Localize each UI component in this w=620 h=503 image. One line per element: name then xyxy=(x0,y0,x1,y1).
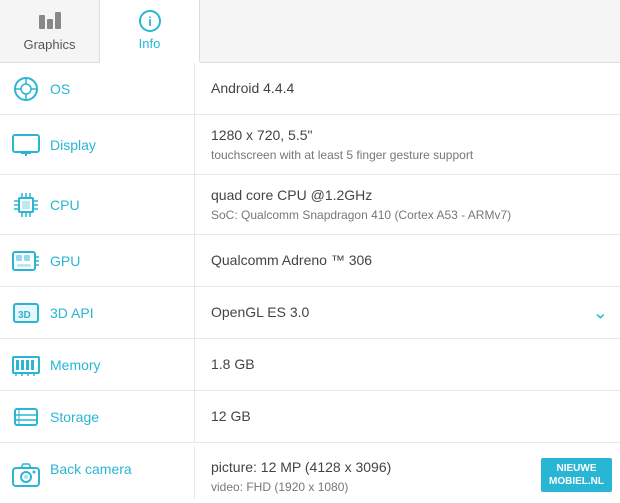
os-label: OS xyxy=(50,81,70,97)
svg-text:3D: 3D xyxy=(18,310,31,321)
row-os: OS Android 4.4.4 xyxy=(0,63,620,115)
label-display: Display xyxy=(0,115,195,174)
os-icon xyxy=(12,75,40,103)
label-cpu: CPU xyxy=(0,175,195,234)
label-os: OS xyxy=(0,63,195,114)
row-display: Display 1280 x 720, 5.5" touchscreen wit… xyxy=(0,115,620,175)
label-back-camera: Back camera xyxy=(0,447,195,499)
3dapi-label: 3D API xyxy=(50,305,94,321)
gpu-main: Qualcomm Adreno ™ 306 xyxy=(211,250,372,271)
row-memory: Memory 1.8 GB xyxy=(0,339,620,391)
value-os: Android 4.4.4 xyxy=(195,63,620,114)
display-icon xyxy=(12,131,40,159)
svg-text:i: i xyxy=(148,14,152,29)
storage-label: Storage xyxy=(50,409,99,425)
watermark: NIEUWE MOBIEL.NL xyxy=(541,458,612,492)
gpu-label: GPU xyxy=(50,253,80,269)
cpu-label: CPU xyxy=(50,197,80,213)
graphics-icon xyxy=(38,11,62,33)
cpu-icon xyxy=(12,191,40,219)
row-back-camera: Back camera picture: 12 MP (4128 x 3096)… xyxy=(0,443,620,503)
chevron-down-icon[interactable]: ⌄ xyxy=(593,302,608,323)
tab-info-label: Info xyxy=(139,36,161,51)
label-3dapi: 3D 3D API xyxy=(0,287,195,338)
cpu-main: quad core CPU @1.2GHz xyxy=(211,185,511,206)
storage-icon xyxy=(12,403,40,431)
label-gpu: GPU xyxy=(0,235,195,286)
3dapi-main: OpenGL ES 3.0 xyxy=(211,302,309,323)
value-storage: 12 GB xyxy=(195,391,620,442)
back-camera-label: Back camera xyxy=(50,461,132,477)
label-storage: Storage xyxy=(0,391,195,442)
display-label: Display xyxy=(50,137,96,153)
storage-main: 12 GB xyxy=(211,406,251,427)
memory-main: 1.8 GB xyxy=(211,354,255,375)
info-content: OS Android 4.4.4 Display 1280 x 720, 5.5… xyxy=(0,63,620,503)
os-value: Android 4.4.4 xyxy=(211,78,294,99)
gpu-icon xyxy=(12,247,40,275)
row-3dapi: 3D 3D API OpenGL ES 3.0 ⌄ xyxy=(0,287,620,339)
row-cpu: CPU quad core CPU @1.2GHz SoC: Qualcomm … xyxy=(0,175,620,235)
row-gpu: GPU Qualcomm Adreno ™ 306 xyxy=(0,235,620,287)
display-main: 1280 x 720, 5.5" xyxy=(211,125,473,146)
camera-main: picture: 12 MP (4128 x 3096) xyxy=(211,457,472,478)
tab-graphics-label: Graphics xyxy=(23,37,75,52)
tab-info[interactable]: i Info xyxy=(100,0,200,63)
label-memory: Memory xyxy=(0,339,195,390)
tab-graphics[interactable]: Graphics xyxy=(0,0,100,62)
value-cpu: quad core CPU @1.2GHz SoC: Qualcomm Snap… xyxy=(195,175,620,234)
3dapi-icon: 3D xyxy=(12,299,40,327)
value-memory: 1.8 GB xyxy=(195,339,620,390)
row-storage: Storage 12 GB xyxy=(0,391,620,443)
value-display: 1280 x 720, 5.5" touchscreen with at lea… xyxy=(195,115,620,174)
watermark-line1: NIEUWE xyxy=(549,462,604,475)
memory-icon xyxy=(12,351,40,379)
info-icon: i xyxy=(139,10,161,32)
value-gpu: Qualcomm Adreno ™ 306 xyxy=(195,235,620,286)
memory-label: Memory xyxy=(50,357,101,373)
display-sub: touchscreen with at least 5 finger gestu… xyxy=(211,146,473,164)
camera-icon xyxy=(12,461,40,489)
camera-sub: video: FHD (1920 x 1080) xyxy=(211,478,472,496)
tab-bar: Graphics i Info xyxy=(0,0,620,63)
watermark-line2: MOBIEL.NL xyxy=(549,475,604,488)
cpu-sub: SoC: Qualcomm Snapdragon 410 (Cortex A53… xyxy=(211,206,511,224)
value-3dapi[interactable]: OpenGL ES 3.0 ⌄ xyxy=(195,287,620,338)
